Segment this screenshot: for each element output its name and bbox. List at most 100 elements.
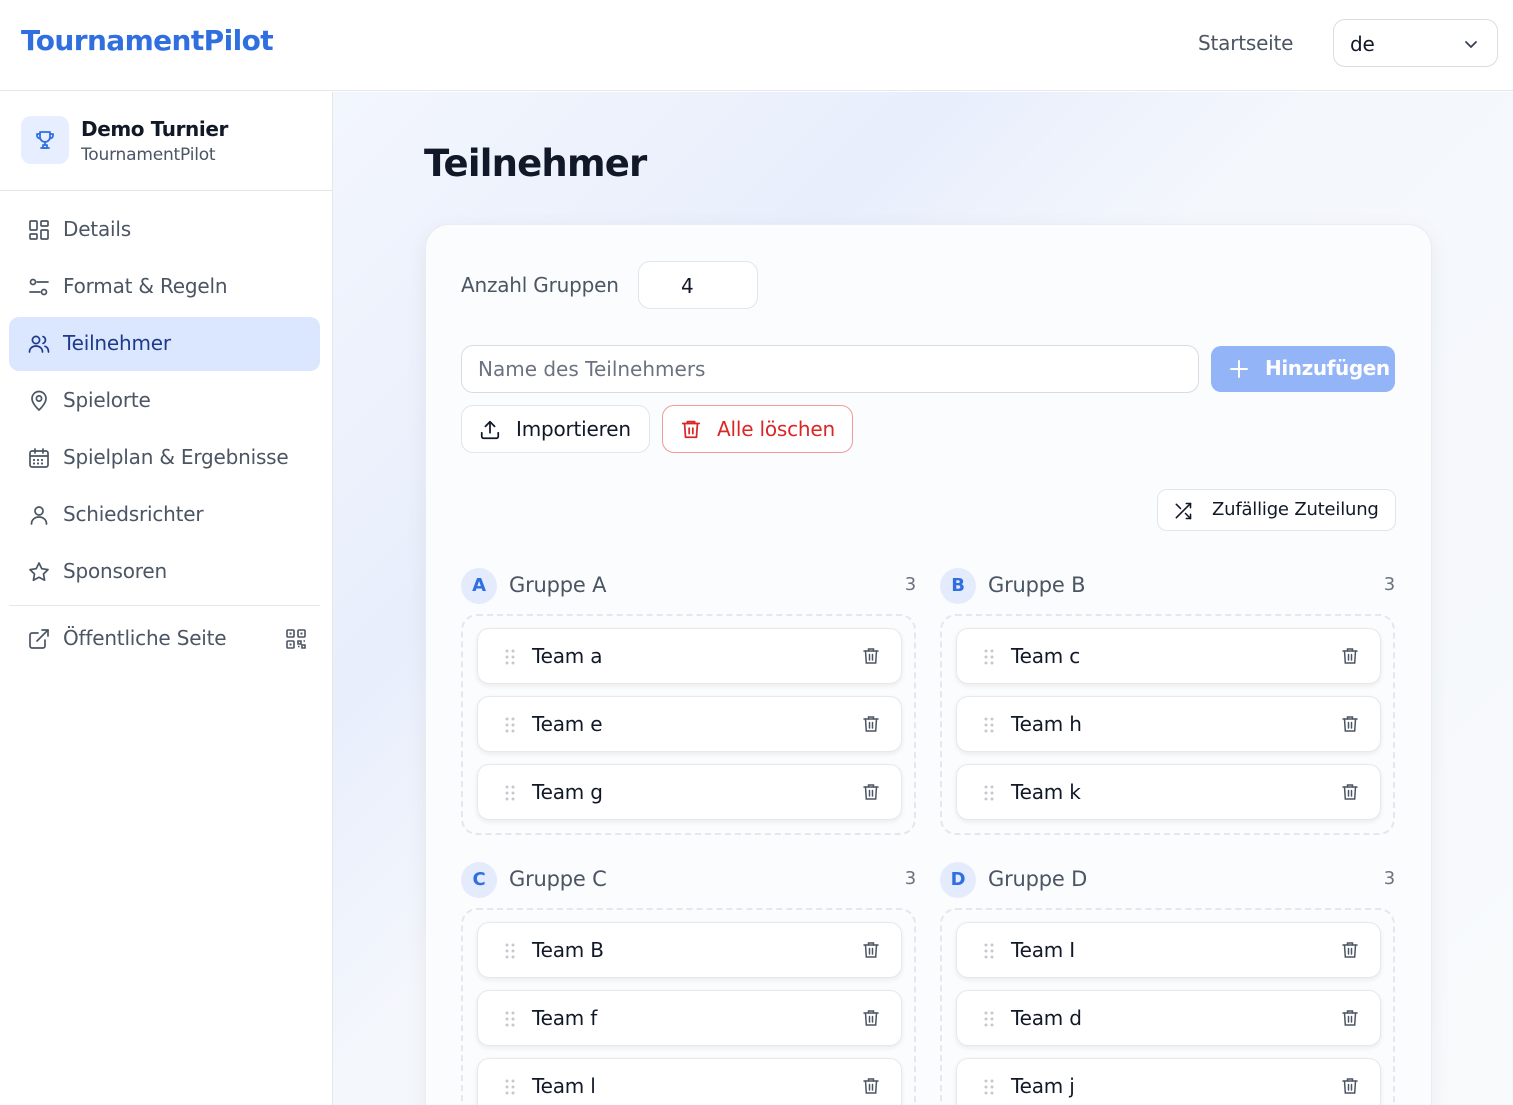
nav-item-public-page[interactable]: Öffentliche Seite — [9, 612, 320, 666]
group-count: 3 — [1383, 868, 1395, 889]
drag-handle-icon[interactable] — [983, 1078, 995, 1096]
nav-item-referees[interactable]: Schiedsrichter — [9, 488, 320, 542]
language-select[interactable]: de — [1333, 19, 1498, 67]
group-dropzone[interactable]: Team I Team d Team j — [940, 908, 1395, 1105]
group-badge: A — [461, 568, 497, 604]
team-card[interactable]: Team I — [956, 922, 1381, 978]
trash-icon[interactable] — [1340, 1076, 1360, 1096]
home-link[interactable]: Startseite — [1198, 31, 1293, 55]
random-assign-label: Zufällige Zuteilung — [1212, 499, 1379, 520]
shuffle-icon — [1175, 502, 1192, 520]
upload-icon — [480, 420, 500, 440]
group-count-label: Anzahl Gruppen — [461, 273, 619, 297]
team-card[interactable]: Team j — [956, 1058, 1381, 1105]
drag-handle-icon[interactable] — [504, 1010, 516, 1028]
user-icon — [30, 506, 48, 525]
team-card[interactable]: Team c — [956, 628, 1381, 684]
map-pin-icon — [31, 390, 47, 412]
nav-label: Sponsoren — [63, 559, 167, 583]
group-count-input[interactable]: 4 — [638, 261, 758, 309]
drag-handle-icon[interactable] — [983, 1010, 995, 1028]
import-label: Importieren — [516, 417, 631, 441]
team-name: Team k — [1011, 780, 1081, 804]
team-card[interactable]: Team k — [956, 764, 1381, 820]
add-participant-button[interactable]: Hinzufügen — [1211, 346, 1395, 392]
nav-item-participants[interactable]: Teilnehmer — [9, 317, 320, 371]
drag-handle-icon[interactable] — [504, 784, 516, 802]
drag-handle-icon[interactable] — [504, 716, 516, 734]
team-name: Team e — [532, 712, 603, 736]
trash-icon[interactable] — [1340, 782, 1360, 802]
group-name: Gruppe B — [988, 573, 1086, 597]
trophy-icon — [36, 131, 54, 149]
tournament-subtitle: TournamentPilot — [81, 145, 216, 165]
team-name: Team I — [1011, 938, 1075, 962]
grid-icon — [29, 220, 49, 240]
nav-label: Teilnehmer — [63, 331, 171, 355]
tournament-avatar — [21, 116, 69, 164]
external-link-icon — [29, 629, 49, 649]
nav-label: Format & Regeln — [63, 274, 228, 298]
nav-divider — [9, 605, 320, 606]
team-name: Team j — [1011, 1074, 1075, 1098]
group-name: Gruppe A — [509, 573, 607, 597]
team-card[interactable]: Team g — [477, 764, 902, 820]
star-icon — [29, 562, 49, 582]
random-assign-button[interactable]: Zufällige Zuteilung — [1157, 489, 1396, 531]
group-badge: B — [940, 568, 976, 604]
nav-item-schedule[interactable]: Spielplan & Ergebnisse — [9, 431, 320, 485]
team-card[interactable]: Team f — [477, 990, 902, 1046]
trash-icon[interactable] — [1340, 714, 1360, 734]
group-header: D Gruppe D 3 — [940, 862, 1395, 898]
team-card[interactable]: Team d — [956, 990, 1381, 1046]
team-card[interactable]: Team h — [956, 696, 1381, 752]
group-badge: D — [940, 862, 976, 898]
clear-all-button[interactable]: Alle löschen — [662, 405, 853, 453]
group-dropzone[interactable]: Team B Team f Team l — [461, 908, 916, 1105]
team-card[interactable]: Team a — [477, 628, 902, 684]
trash-icon[interactable] — [1340, 940, 1360, 960]
nav-item-format[interactable]: Format & Regeln — [9, 260, 320, 314]
nav-item-sponsors[interactable]: Sponsoren — [9, 545, 320, 599]
tournament-header: Demo Turnier TournamentPilot — [0, 92, 332, 191]
drag-handle-icon[interactable] — [983, 648, 995, 666]
add-button-label: Hinzufügen — [1265, 356, 1390, 380]
trash-icon[interactable] — [1340, 646, 1360, 666]
top-bar: TournamentPilot Startseite de — [0, 0, 1513, 91]
drag-handle-icon[interactable] — [504, 1078, 516, 1096]
participant-name-input[interactable] — [461, 345, 1199, 393]
brand-logo[interactable]: TournamentPilot — [21, 24, 274, 57]
group-dropzone[interactable]: Team c Team h Team k — [940, 614, 1395, 835]
import-button[interactable]: Importieren — [461, 405, 650, 453]
chevron-down-icon — [1465, 41, 1477, 48]
trash-icon[interactable] — [861, 1008, 881, 1028]
trash-icon — [681, 420, 701, 439]
nav-label: Details — [63, 217, 131, 241]
drag-handle-icon[interactable] — [504, 942, 516, 960]
trash-icon[interactable] — [861, 646, 881, 666]
team-name: Team g — [532, 780, 603, 804]
team-name: Team f — [532, 1006, 598, 1030]
trash-icon[interactable] — [861, 714, 881, 734]
team-card[interactable]: Team e — [477, 696, 902, 752]
main-content: Teilnehmer Anzahl Gruppen 4 Hinzufügen I… — [333, 92, 1513, 1105]
drag-handle-icon[interactable] — [983, 716, 995, 734]
group-dropzone[interactable]: Team a Team e Team g — [461, 614, 916, 835]
team-card[interactable]: Team l — [477, 1058, 902, 1105]
drag-handle-icon[interactable] — [504, 648, 516, 666]
trash-icon[interactable] — [861, 1076, 881, 1096]
drag-handle-icon[interactable] — [983, 784, 995, 802]
trash-icon[interactable] — [1340, 1008, 1360, 1028]
nav-item-venues[interactable]: Spielorte — [9, 374, 320, 428]
trash-icon[interactable] — [861, 782, 881, 802]
group-count: 3 — [1383, 574, 1395, 595]
team-name: Team l — [532, 1074, 596, 1098]
team-card[interactable]: Team B — [477, 922, 902, 978]
nav-label: Spielplan & Ergebnisse — [63, 445, 289, 469]
language-value: de — [1350, 32, 1375, 56]
drag-handle-icon[interactable] — [983, 942, 995, 960]
qr-code-icon[interactable] — [284, 627, 308, 651]
trash-icon[interactable] — [861, 940, 881, 960]
nav-item-details[interactable]: Details — [9, 203, 320, 257]
team-name: Team h — [1011, 712, 1082, 736]
